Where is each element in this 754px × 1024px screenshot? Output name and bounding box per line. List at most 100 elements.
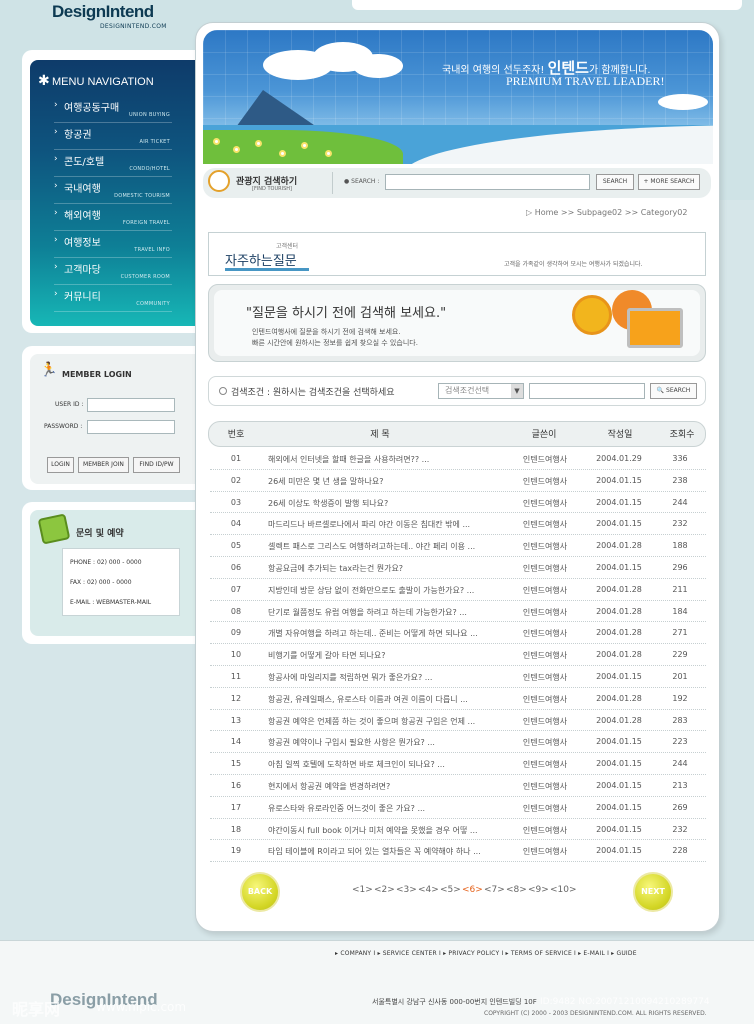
footer-links[interactable]: ▸ COMPANY I ▸ SERVICE CENTER I ▸ PRIVACY… <box>335 950 637 957</box>
row-title: 비행기를 어떻게 갈아 타면 되나요? <box>268 651 386 661</box>
table-row[interactable]: 10 비행기를 어떻게 갈아 타면 되나요? 인텐드여행사 2004.01.28 229 <box>210 644 706 666</box>
table-row[interactable]: 04 마드리드나 바르셀로나에서 파리 야간 이동은 침대칸 밖에 ... 인텐드여… <box>210 513 706 536</box>
row-views: 229 <box>672 650 688 660</box>
title-underline <box>225 268 309 271</box>
row-date: 2004.01.28 <box>596 584 642 594</box>
menu-item[interactable]: › 여행정보 TRAVEL INFO <box>54 231 172 258</box>
find-id-pw-button[interactable]: FIND ID/PW <box>133 457 180 473</box>
site-logo-url: DESIGNINTEND.COM <box>100 23 167 30</box>
row-title: 유로스타와 유로라인중 어느것이 좋은 가요? ... <box>268 803 426 813</box>
chevron-down-icon: ▼ <box>511 384 523 398</box>
table-row[interactable]: 17 유로스타와 유로라인중 어느것이 좋은 가요? ... 인텐드여행사 2004.… <box>210 797 706 819</box>
page-number-link[interactable]: <2> <box>374 885 395 895</box>
row-title: 타임 테이블에 R이라고 되어 있는 열차들은 꼭 예약해야 하나 ... <box>268 847 481 857</box>
menu-item[interactable]: › 고객마당 CUSTOMER ROOM <box>54 258 172 285</box>
page-number-link[interactable]: <10> <box>550 885 577 895</box>
search-input[interactable] <box>385 174 590 190</box>
row-number: 18 <box>230 824 242 834</box>
table-row[interactable]: 02 26세 미만은 몇 년 생을 말하나요? 인텐드여행사 2004.01.15 23… <box>210 470 706 492</box>
row-date: 2004.01.15 <box>596 672 642 681</box>
row-views: 336 <box>672 454 688 463</box>
search-button[interactable]: SEARCH <box>596 174 634 190</box>
arrow-icon: › <box>54 208 58 218</box>
row-number: 09 <box>230 628 242 638</box>
watermark-id: ID:9482 NO:20071210094210289774 <box>540 997 710 1007</box>
password-input[interactable] <box>87 420 175 434</box>
page-number-link[interactable]: <5> <box>440 885 461 895</box>
flower-shape <box>301 142 308 149</box>
page-number-link[interactable]: <6> <box>462 885 483 895</box>
row-date: 2004.01.15 <box>596 846 642 856</box>
divider <box>332 172 333 194</box>
row-views: 213 <box>672 781 688 790</box>
table-row[interactable]: 11 항공사에 마일리지를 적립하면 뭐가 좋은가요? ... 인텐드여행사 2004… <box>210 666 706 688</box>
login-button[interactable]: LOGIN <box>47 457 74 473</box>
table-row[interactable]: 15 아침 일찍 호텔에 도착하면 바로 체크인이 되나요? ... 인텐드여행사 2… <box>210 753 706 775</box>
watermark-url: www.nipic.com <box>96 1000 187 1014</box>
filter-select[interactable]: 검색조건선택 ▼ <box>438 383 524 399</box>
table-row[interactable]: 09 개별 자유여행을 하려고 하는데.. 준비는 어떻게 하면 되나요 ... 인… <box>210 622 706 645</box>
search-tip-line1: 인텐드여행사에 질문을 하시기 전에 검색해 보세요. <box>252 328 401 336</box>
row-number: 11 <box>230 672 242 681</box>
page-number-link[interactable]: <7> <box>484 885 505 895</box>
table-row[interactable]: 08 단기로 월쯤정도 유럽 여행을 하려고 하는데 가능한가요? ... 인텐드여… <box>210 601 706 623</box>
row-number: 05 <box>230 541 242 551</box>
table-row[interactable]: 01 해외에서 인터넷을 할때 한글을 사용하려면?? ... 인텐드여행사 2004… <box>210 448 706 470</box>
menu-item-label: 여행공동구매 <box>64 103 120 114</box>
page-number-link[interactable]: <3> <box>396 885 417 895</box>
table-row[interactable]: 03 26세 이상도 학생증이 발행 되나요? 인텐드여행사 2004.01.15 24… <box>210 492 706 514</box>
filter-search-button[interactable]: 🔍 SEARCH <box>650 383 697 399</box>
page-number-link[interactable]: <8> <box>506 885 527 895</box>
table-row[interactable]: 07 지방인데 방문 상담 없이 전화만으로도 출발이 가능한가요? ... 인텐드… <box>210 579 706 601</box>
member-join-button[interactable]: MEMBER JOIN <box>78 457 129 473</box>
table-row[interactable]: 14 항공권 예약이나 구입시 필요한 사항은 뭔가요? ... 인텐드여행사 200… <box>210 731 706 754</box>
filter-radio[interactable] <box>219 387 227 395</box>
row-views: 188 <box>672 541 688 551</box>
page-number-link[interactable]: <4> <box>418 885 439 895</box>
menu-item[interactable]: › 항공권 AIR TICKET <box>54 123 172 150</box>
row-views: 244 <box>672 497 688 507</box>
row-title: 해외에서 인터넷을 할때 한글을 사용하려면?? ... <box>268 455 430 464</box>
menu-item[interactable]: › 콘도/호텔 CONDO/HOTEL <box>54 150 172 177</box>
table-row[interactable]: 13 항공권 예약은 언제쯤 하는 것이 좋으며 항공권 구입은 언제 ... 인텐… <box>210 710 706 732</box>
more-search-button[interactable]: + MORE SEARCH <box>638 174 700 190</box>
row-author: 인텐드여행사 <box>522 476 568 486</box>
userid-input[interactable] <box>87 398 175 412</box>
filter-input[interactable] <box>529 383 645 399</box>
page-number-link[interactable]: <9> <box>528 885 549 895</box>
row-date: 2004.01.28 <box>596 606 642 616</box>
row-number: 03 <box>230 497 242 507</box>
header-number: 번호 <box>227 430 245 440</box>
page-title: 자주하는질문 <box>225 254 297 269</box>
watermark-logo: 昵享网 <box>12 1000 61 1019</box>
table-row[interactable]: 18 야간이동시 full book 이거나 미처 예약을 못했을 경우 어떻 .… <box>210 819 706 841</box>
table-row[interactable]: 16 현지에서 항공권 예약을 변경하려면? 인텐드여행사 2004.01.15 213 <box>210 775 706 797</box>
menu-item[interactable]: › 해외여행 FOREIGN TRAVEL <box>54 204 172 231</box>
row-date: 2004.01.15 <box>596 519 642 529</box>
table-row[interactable]: 05 셀렉트 패스로 그리스도 여행하려고하는데.. 야간 페리 이용 ... 인텐… <box>210 535 706 557</box>
page-number-link[interactable]: <1> <box>352 885 373 895</box>
top-strip <box>352 0 742 10</box>
menu-item[interactable]: › 국내여행 DOMESTIC TOURISM <box>54 177 172 204</box>
site-logo[interactable]: DesignIntend <box>52 2 154 22</box>
table-row[interactable]: 06 항공요금에 추가되는 tax라는건 뭔가요? 인텐드여행사 2004.01.15… <box>210 557 706 579</box>
next-button[interactable]: NEXT <box>633 872 673 912</box>
table-row[interactable]: 12 항공권, 유레일패스, 유로스타 이름과 여권 이름이 다릅니 ... 인텐드… <box>210 688 706 710</box>
menu-item[interactable]: › 여행공동구매 UNION BUYING <box>54 96 172 123</box>
row-author: 인텐드여행사 <box>522 520 568 530</box>
row-author: 인텐드여행사 <box>522 738 568 748</box>
filter-select-value: 검색조건선택 <box>445 386 490 395</box>
row-author: 인텐드여행사 <box>522 803 568 813</box>
back-button[interactable]: BACK <box>240 872 280 912</box>
table-row[interactable]: 19 타임 테이블에 R이라고 되어 있는 열차들은 꼭 예약해야 하나 ... 인… <box>210 840 706 863</box>
login-title: MEMBER LOGIN <box>62 370 132 379</box>
search-tip-title: "질문을 하시기 전에 검색해 보세요." <box>246 306 447 321</box>
cloud-shape <box>658 94 708 110</box>
runner-icon: 🏃 <box>40 362 58 378</box>
breadcrumb[interactable]: ▷ Home >> Subpage02 >> Category02 <box>526 208 687 217</box>
row-title: 26세 이상도 학생증이 발행 되나요? <box>268 498 389 508</box>
arrow-icon: › <box>54 154 58 164</box>
row-date: 2004.01.15 <box>596 737 642 747</box>
menu-item[interactable]: › 커뮤니티 COMMUNITY <box>54 285 172 312</box>
row-number: 15 <box>230 759 242 769</box>
